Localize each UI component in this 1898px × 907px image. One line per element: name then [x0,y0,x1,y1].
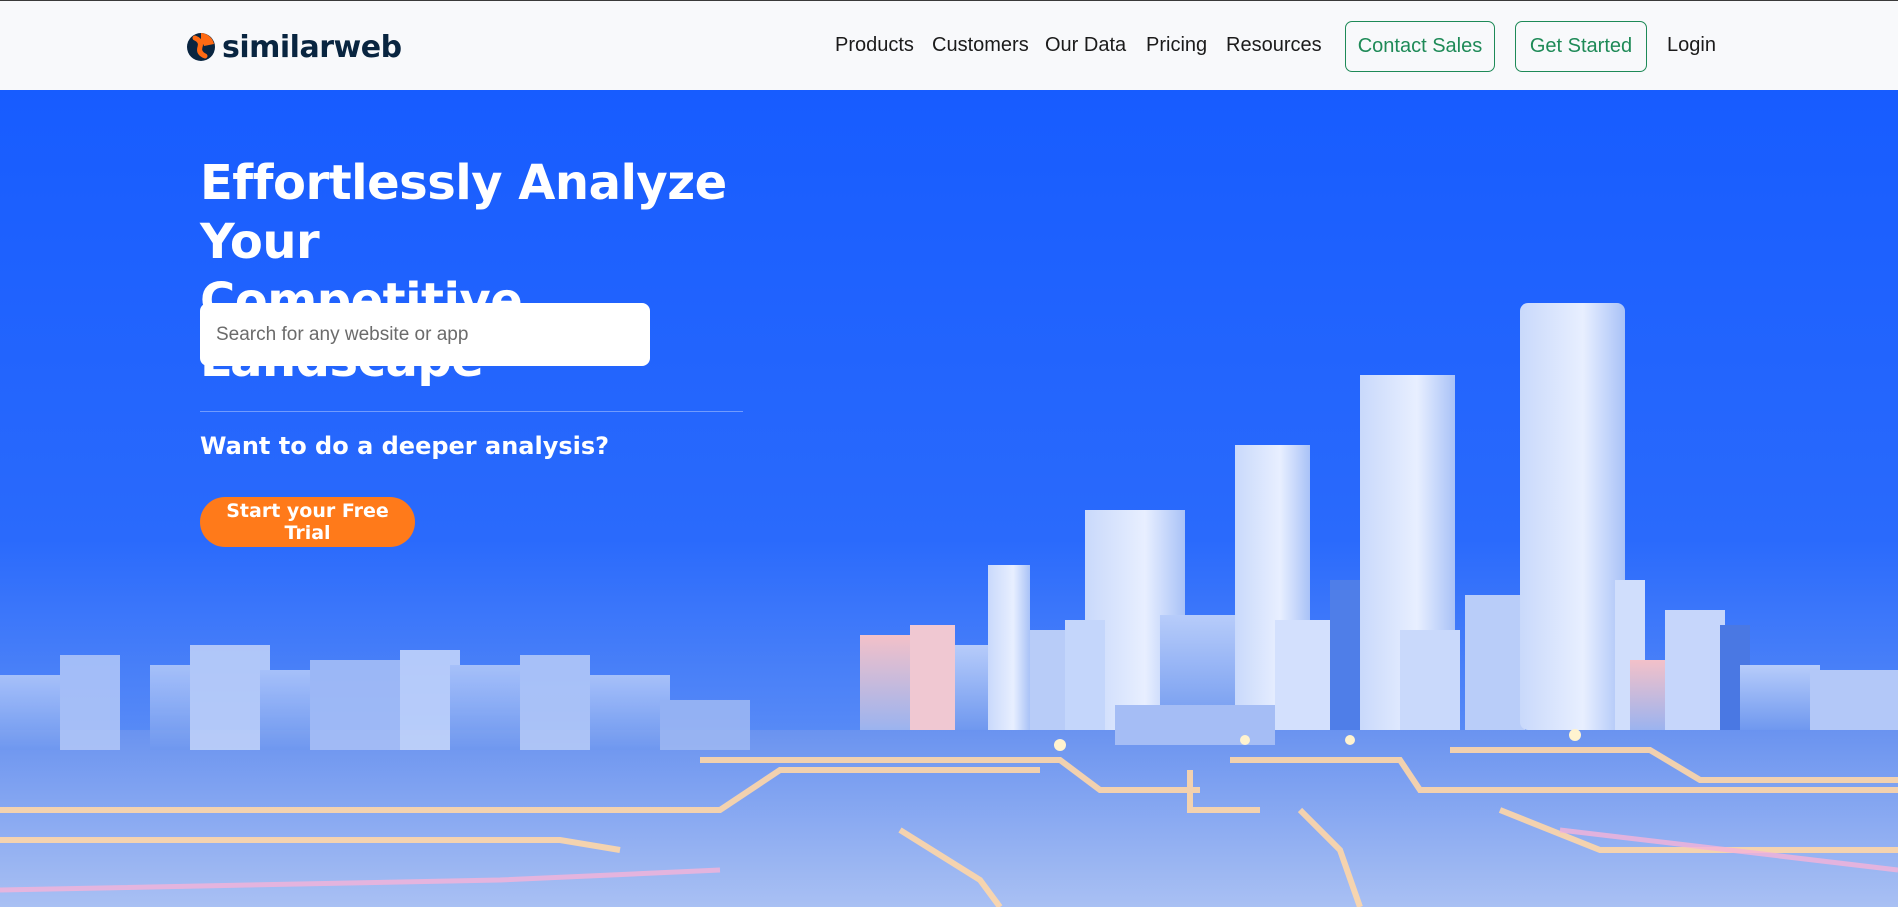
hero-section: Effortlessly Analyze Your Competitive La… [0,90,1898,907]
search-input[interactable] [200,303,650,366]
contact-sales-button[interactable]: Contact Sales [1345,21,1495,72]
nav-item-products[interactable]: Products [835,34,914,57]
nav-item-our-data[interactable]: Our Data [1045,34,1126,57]
login-link[interactable]: Login [1667,34,1716,57]
nav-item-customers[interactable]: Customers [932,34,1029,57]
deeper-analysis-heading: Want to do a deeper analysis? [200,432,610,460]
similarweb-logo-icon [187,33,215,61]
hero-divider [200,411,743,412]
similarweb-logo[interactable]: similarweb [186,29,402,65]
nav-item-pricing[interactable]: Pricing [1146,34,1207,57]
headline-line-1: Effortlessly Analyze Your [200,155,727,270]
nav-item-resources[interactable]: Resources [1226,34,1322,57]
site-header: similarweb Products Customers Our Data P… [0,1,1898,90]
get-started-button[interactable]: Get Started [1515,21,1647,72]
logo-wordmark: similarweb [222,29,402,65]
start-free-trial-button[interactable]: Start your Free Trial [200,497,415,547]
